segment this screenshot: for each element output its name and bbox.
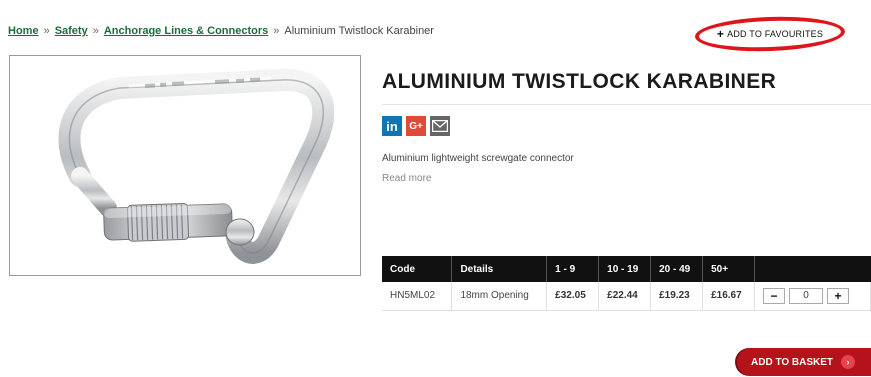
cell-quantity: − + xyxy=(754,282,871,311)
header-qty-1-9: 1 - 9 xyxy=(546,256,600,282)
product-title: ALUMINIUM TWISTLOCK KARABINER xyxy=(382,70,777,93)
plus-icon: + xyxy=(716,26,725,41)
breadcrumb: Home » Safety » Anchorage Lines & Connectors… xyxy=(8,25,434,37)
add-to-basket-button[interactable]: ADD TO BASKET › xyxy=(737,348,871,376)
product-image[interactable] xyxy=(9,55,361,276)
email-share-button[interactable] xyxy=(430,116,450,136)
price-table-header: Code Details 1 - 9 10 - 19 20 - 49 50+ xyxy=(382,256,871,282)
header-details: Details xyxy=(451,256,548,282)
add-to-favourites-label: ADD TO FAVOURITES xyxy=(727,29,824,39)
decrease-quantity-button[interactable]: − xyxy=(763,287,786,304)
quantity-stepper: − + xyxy=(763,287,862,304)
breadcrumb-home-link[interactable]: Home xyxy=(8,25,39,37)
header-qty-20-49: 20 - 49 xyxy=(650,256,704,282)
chevron-right-icon: › xyxy=(841,355,856,369)
quantity-input[interactable] xyxy=(789,287,824,304)
breadcrumb-separator: » xyxy=(43,25,50,37)
table-row: HN5ML02 18mm Opening £32.05 £22.44 £19.2… xyxy=(382,282,871,311)
header-qty-50-plus: 50+ xyxy=(702,256,756,282)
breadcrumb-safety-link[interactable]: Safety xyxy=(55,25,88,37)
google-plus-icon: G+ xyxy=(409,120,423,132)
linkedin-icon: in xyxy=(386,118,398,134)
add-to-favourites-button[interactable]: + ADD TO FAVOURITES xyxy=(695,17,845,51)
title-divider xyxy=(382,104,871,105)
google-plus-share-button[interactable]: G+ xyxy=(406,116,426,136)
breadcrumb-category-link[interactable]: Anchorage Lines & Connectors xyxy=(104,25,268,37)
read-more-link[interactable]: Read more xyxy=(382,173,431,184)
breadcrumb-separator: » xyxy=(92,25,99,37)
breadcrumb-separator: » xyxy=(273,25,280,37)
linkedin-share-button[interactable]: in xyxy=(382,116,402,136)
header-code: Code xyxy=(382,256,453,282)
envelope-icon xyxy=(432,120,448,132)
header-quantity xyxy=(754,256,871,282)
cell-code: HN5ML02 xyxy=(382,282,453,311)
cell-price-50-plus: £16.67 xyxy=(702,282,756,311)
add-to-basket-label: ADD TO BASKET xyxy=(751,356,834,368)
favourites-highlight: + ADD TO FAVOURITES xyxy=(694,14,846,54)
cell-price-10-19: £22.44 xyxy=(598,282,652,311)
karabiner-image xyxy=(58,68,335,264)
cell-price-1-9: £32.05 xyxy=(546,282,600,311)
header-qty-10-19: 10 - 19 xyxy=(598,256,652,282)
social-share-bar: in G+ xyxy=(382,116,450,136)
increase-quantity-button[interactable]: + xyxy=(827,287,850,304)
price-table: Code Details 1 - 9 10 - 19 20 - 49 50+ H… xyxy=(382,256,871,311)
cell-price-20-49: £19.23 xyxy=(650,282,704,311)
product-description: Aluminium lightweight screwgate connecto… xyxy=(382,153,574,164)
cell-details: 18mm Opening xyxy=(451,282,548,311)
breadcrumb-current: Aluminium Twistlock Karabiner xyxy=(284,25,434,37)
